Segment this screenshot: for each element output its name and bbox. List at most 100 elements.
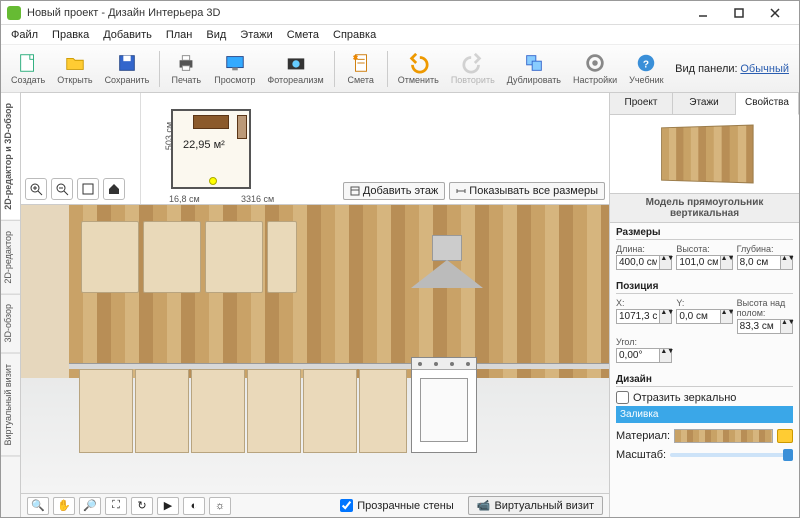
- length-input[interactable]: [616, 255, 660, 270]
- stove[interactable]: [411, 357, 477, 453]
- vtab-2d-3d[interactable]: 2D-редактор и 3D-обзор: [1, 93, 20, 221]
- menu-estimate[interactable]: Смета: [281, 27, 325, 43]
- angle-input[interactable]: [616, 348, 660, 363]
- menu-file[interactable]: Файл: [5, 27, 44, 43]
- base-cabinet[interactable]: [191, 369, 245, 453]
- light-button[interactable]: ☼: [209, 497, 231, 515]
- height-input[interactable]: [676, 255, 720, 270]
- spinner[interactable]: ▲▼: [721, 309, 733, 324]
- browse-material-button[interactable]: [777, 429, 793, 443]
- shade-button[interactable]: ◐: [183, 497, 205, 515]
- position-header: Позиция: [616, 281, 793, 294]
- plan-dim-w1: 16,8 см: [169, 194, 200, 204]
- spinner[interactable]: ▲▼: [721, 255, 733, 270]
- orbit-button[interactable]: ↻: [131, 497, 153, 515]
- slider-thumb[interactable]: [783, 449, 793, 461]
- range-hood[interactable]: [411, 235, 483, 291]
- vtab-2d[interactable]: 2D-редактор: [1, 221, 20, 295]
- duplicate-button[interactable]: Дублировать: [501, 50, 567, 87]
- zoom-out-3d-button[interactable]: 🔎: [79, 497, 101, 515]
- view-toolbar: 🔍 ✋ 🔎 ⛶ ↻ ▶ ◐ ☼ Прозрачные стены 📹Виртуа…: [21, 493, 609, 517]
- app-icon: [7, 6, 21, 20]
- plan-furniture[interactable]: [237, 115, 247, 139]
- base-cabinet[interactable]: [135, 369, 189, 453]
- upper-cabinet[interactable]: [143, 221, 201, 293]
- walk-button[interactable]: ▶: [157, 497, 179, 515]
- z-input[interactable]: [737, 319, 781, 334]
- save-button[interactable]: Сохранить: [99, 50, 156, 87]
- show-dims-button[interactable]: Показывать все размеры: [449, 182, 605, 200]
- zoom-out-button[interactable]: [51, 178, 73, 200]
- tab-properties[interactable]: Свойства: [736, 93, 799, 115]
- create-button[interactable]: Создать: [5, 50, 51, 87]
- base-cabinet[interactable]: [79, 369, 133, 453]
- plan-dim-w2: 3316 см: [241, 194, 274, 204]
- mirror-checkbox[interactable]: Отразить зеркально: [616, 391, 793, 404]
- object-name-label: Модель прямоугольник вертикальная: [610, 193, 799, 223]
- plan-area-label: 22,95 м²: [183, 139, 225, 151]
- window-title: Новый проект - Дизайн Интерьера 3D: [27, 7, 685, 19]
- menu-plan[interactable]: План: [160, 27, 199, 43]
- fit-3d-button[interactable]: ⛶: [105, 497, 127, 515]
- plan-camera-dot[interactable]: [209, 177, 217, 185]
- menu-floors[interactable]: Этажи: [234, 27, 278, 43]
- fill-selection[interactable]: Заливка: [616, 406, 793, 423]
- tab-floors[interactable]: Этажи: [673, 93, 736, 114]
- spinner[interactable]: ▲▼: [660, 348, 672, 363]
- estimate-button[interactable]: Смета: [339, 50, 383, 87]
- x-input[interactable]: [616, 309, 660, 324]
- y-input[interactable]: [676, 309, 720, 324]
- menubar: Файл Правка Добавить План Вид Этажи Смет…: [1, 25, 799, 45]
- plan-room[interactable]: 22,95 м²: [171, 109, 251, 189]
- menu-view[interactable]: Вид: [200, 27, 232, 43]
- vtab-3d[interactable]: 3D-обзор: [1, 294, 20, 354]
- material-label: Материал:: [616, 430, 670, 442]
- base-cabinet[interactable]: [247, 369, 301, 453]
- tab-project[interactable]: Проект: [610, 93, 673, 114]
- upper-cabinet[interactable]: [81, 221, 139, 293]
- plan-2d-view[interactable]: 503 см 22,95 м² 16,8 см 3316 см Добавить…: [141, 93, 609, 204]
- vtab-virtual[interactable]: Виртуальный визит: [1, 354, 20, 456]
- scale-slider[interactable]: [670, 453, 793, 457]
- photoreal-button[interactable]: Фотореализм: [261, 50, 329, 87]
- print-button[interactable]: Печать: [164, 50, 208, 87]
- base-cabinet[interactable]: [359, 369, 407, 453]
- spinner[interactable]: ▲▼: [781, 255, 793, 270]
- titlebar: Новый проект - Дизайн Интерьера 3D: [1, 1, 799, 25]
- undo-button[interactable]: Отменить: [392, 50, 445, 87]
- menu-help[interactable]: Справка: [327, 27, 382, 43]
- panel-style: Вид панели: Обычный: [675, 63, 795, 75]
- home-button[interactable]: [103, 178, 125, 200]
- redo-button[interactable]: Повторить: [445, 50, 501, 87]
- upper-cabinet[interactable]: [267, 221, 297, 293]
- preview-button[interactable]: Просмотр: [208, 50, 261, 87]
- 3d-viewport[interactable]: [21, 205, 609, 493]
- settings-button[interactable]: Настройки: [567, 50, 623, 87]
- virtual-visit-button[interactable]: 📹Виртуальный визит: [468, 496, 603, 515]
- tutorial-button[interactable]: ?Учебник: [623, 50, 669, 87]
- add-floor-button[interactable]: Добавить этаж: [343, 182, 445, 200]
- transparent-walls-checkbox[interactable]: Прозрачные стены: [340, 499, 453, 512]
- base-cabinet[interactable]: [303, 369, 357, 453]
- spinner[interactable]: ▲▼: [781, 319, 793, 334]
- maximize-button[interactable]: [721, 2, 757, 24]
- material-swatch[interactable]: [674, 429, 773, 443]
- pan-button[interactable]: ✋: [53, 497, 75, 515]
- minimize-button[interactable]: [685, 2, 721, 24]
- panel-style-link[interactable]: Обычный: [740, 63, 789, 75]
- menu-add[interactable]: Добавить: [97, 27, 158, 43]
- scale-label: Масштаб:: [616, 449, 666, 461]
- fit-button[interactable]: [77, 178, 99, 200]
- properties-panel: Проект Этажи Свойства Модель прямоугольн…: [609, 93, 799, 517]
- vertical-tabs: 2D-редактор и 3D-обзор 2D-редактор 3D-об…: [1, 93, 21, 517]
- zoom-in-button[interactable]: [25, 178, 47, 200]
- open-button[interactable]: Открыть: [51, 50, 98, 87]
- close-button[interactable]: [757, 2, 793, 24]
- spinner[interactable]: ▲▼: [660, 309, 672, 324]
- upper-cabinet[interactable]: [205, 221, 263, 293]
- plan-furniture[interactable]: [193, 115, 229, 129]
- menu-edit[interactable]: Правка: [46, 27, 95, 43]
- depth-input[interactable]: [737, 255, 781, 270]
- spinner[interactable]: ▲▼: [660, 255, 672, 270]
- zoom-in-3d-button[interactable]: 🔍: [27, 497, 49, 515]
